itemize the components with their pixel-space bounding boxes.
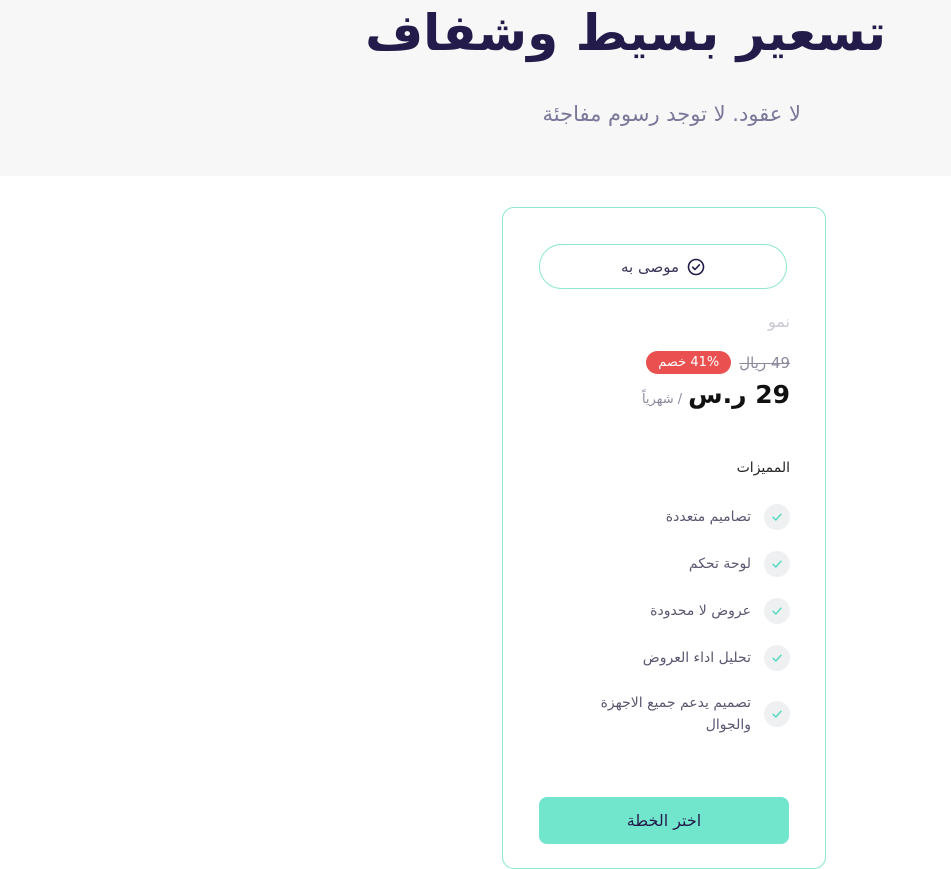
- check-icon: [764, 504, 790, 530]
- feature-label: تصاميم متعددة: [665, 509, 751, 525]
- choose-plan-button[interactable]: اختر الخطة: [539, 797, 789, 844]
- feature-item: تصميم يدعم جميع الاجهزة والجوال: [530, 692, 790, 736]
- price-row: 29 ر.س / شهرياً: [642, 380, 790, 409]
- check-icon: [764, 701, 790, 727]
- page-title: تسعير بسيط وشفاف: [365, 4, 886, 62]
- page-subtitle: لا عقود. لا توجد رسوم مفاجئة: [542, 102, 802, 126]
- feature-label: لوحة تحكم: [688, 556, 751, 572]
- features-list: تصاميم متعددة لوحة تحكم عروض لا محدودة ت…: [530, 504, 790, 757]
- feature-item: لوحة تحكم: [530, 551, 790, 577]
- features-title: المميزات: [736, 460, 790, 476]
- feature-item: تصاميم متعددة: [530, 504, 790, 530]
- check-icon: [764, 645, 790, 671]
- pricing-card: موصى به نمو 49 ريال 41% خصم 29 ر.س / شهر…: [502, 207, 826, 869]
- current-price: 29 ر.س: [688, 380, 790, 409]
- recommended-badge: موصى به: [539, 244, 787, 289]
- old-price-row: 49 ريال 41% خصم: [646, 351, 790, 374]
- recommended-label: موصى به: [621, 257, 680, 276]
- hero-section: تسعير بسيط وشفاف لا عقود. لا توجد رسوم م…: [0, 0, 951, 176]
- billing-period: / شهرياً: [641, 392, 683, 407]
- feature-item: عروض لا محدودة: [530, 598, 790, 624]
- old-price: 49 ريال: [739, 353, 790, 372]
- feature-label: عروض لا محدودة: [650, 603, 751, 619]
- feature-label: تصميم يدعم جميع الاجهزة والجوال: [600, 695, 751, 733]
- feature-label: تحليل اداء العروض: [642, 650, 751, 666]
- check-icon: [764, 551, 790, 577]
- check-circle-icon: [687, 258, 705, 276]
- check-icon: [764, 598, 790, 624]
- feature-item: تحليل اداء العروض: [530, 645, 790, 671]
- plan-name: نمو: [768, 312, 790, 331]
- discount-badge: 41% خصم: [646, 351, 732, 374]
